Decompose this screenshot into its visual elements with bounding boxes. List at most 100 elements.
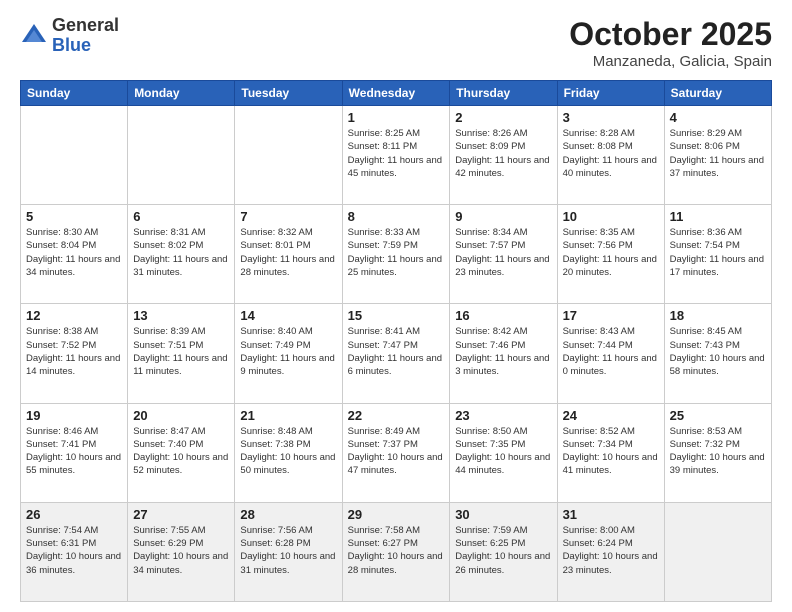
week-row-3: 19Sunrise: 8:46 AM Sunset: 7:41 PM Dayli… (21, 403, 772, 502)
day-number: 23 (455, 408, 551, 423)
day-number: 9 (455, 209, 551, 224)
day-cell: 27 Sunrise: 7:55 AM Sunset: 6:29 PM Dayli… (128, 502, 235, 601)
day-info: Sunrise: 8:42 AM Sunset: 7:46 PM Dayligh… (455, 325, 551, 378)
calendar: SundayMondayTuesdayWednesdayThursdayFrid… (20, 80, 772, 602)
day-cell: 25 Sunrise: 8:53 AM Sunset: 7:32 PM Dayli… (664, 403, 771, 502)
weekday-tuesday: Tuesday (235, 81, 342, 106)
day-cell: 14Sunrise: 8:40 AM Sunset: 7:49 PM Dayli… (235, 304, 342, 403)
day-info: Sunrise: 8:28 AM Sunset: 8:08 PM Dayligh… (563, 127, 659, 180)
day-info: Sunrise: 8:53 AM Sunset: 7:32 PM Dayligh… (670, 425, 766, 478)
logo-icon (20, 22, 48, 50)
day-number: 15 (348, 308, 445, 323)
day-info: Sunrise: 8:45 AM Sunset: 7:43 PM Dayligh… (670, 325, 766, 378)
day-info: Sunrise: 8:31 AM Sunset: 8:02 PM Dayligh… (133, 226, 229, 279)
month-title: October 2025 (569, 16, 772, 53)
day-number: 6 (133, 209, 229, 224)
day-cell: 22 Sunrise: 8:49 AM Sunset: 7:37 PM Dayli… (342, 403, 450, 502)
weekday-header: SundayMondayTuesdayWednesdayThursdayFrid… (21, 81, 772, 106)
day-cell: 13Sunrise: 8:39 AM Sunset: 7:51 PM Dayli… (128, 304, 235, 403)
day-cell (128, 106, 235, 205)
weekday-thursday: Thursday (450, 81, 557, 106)
day-info: Sunrise: 8:26 AM Sunset: 8:09 PM Dayligh… (455, 127, 551, 180)
day-number: 10 (563, 209, 659, 224)
day-info: Sunrise: 8:34 AM Sunset: 7:57 PM Dayligh… (455, 226, 551, 279)
day-number: 1 (348, 110, 445, 125)
day-number: 16 (455, 308, 551, 323)
day-cell: 15 Sunrise: 8:41 AM Sunset: 7:47 PM Dayli… (342, 304, 450, 403)
day-cell: 1 Sunrise: 8:25 AM Sunset: 8:11 PM Daylig… (342, 106, 450, 205)
day-info: Sunrise: 8:33 AM Sunset: 7:59 PM Dayligh… (348, 226, 445, 279)
week-row-2: 12 Sunrise: 8:38 AM Sunset: 7:52 PM Dayli… (21, 304, 772, 403)
header: General Blue October 2025 Manzaneda, Gal… (20, 16, 772, 70)
day-info: Sunrise: 7:59 AM Sunset: 6:25 PM Dayligh… (455, 524, 551, 577)
weekday-monday: Monday (128, 81, 235, 106)
day-number: 13 (133, 308, 229, 323)
day-number: 24 (563, 408, 659, 423)
day-info: Sunrise: 8:49 AM Sunset: 7:37 PM Dayligh… (348, 425, 445, 478)
weekday-friday: Friday (557, 81, 664, 106)
day-number: 28 (240, 507, 336, 522)
logo-general: General (52, 16, 119, 36)
day-number: 3 (563, 110, 659, 125)
day-number: 7 (240, 209, 336, 224)
day-cell: 20Sunrise: 8:47 AM Sunset: 7:40 PM Dayli… (128, 403, 235, 502)
week-row-1: 5 Sunrise: 8:30 AM Sunset: 8:04 PM Daylig… (21, 205, 772, 304)
day-cell: 10 Sunrise: 8:35 AM Sunset: 7:56 PM Dayli… (557, 205, 664, 304)
day-cell: 16 Sunrise: 8:42 AM Sunset: 7:46 PM Dayli… (450, 304, 557, 403)
day-info: Sunrise: 8:48 AM Sunset: 7:38 PM Dayligh… (240, 425, 336, 478)
day-info: Sunrise: 8:30 AM Sunset: 8:04 PM Dayligh… (26, 226, 122, 279)
day-cell: 8Sunrise: 8:33 AM Sunset: 7:59 PM Daylig… (342, 205, 450, 304)
title-block: October 2025 Manzaneda, Galicia, Spain (569, 16, 772, 70)
day-info: Sunrise: 8:36 AM Sunset: 7:54 PM Dayligh… (670, 226, 766, 279)
day-cell: 3 Sunrise: 8:28 AM Sunset: 8:08 PM Daylig… (557, 106, 664, 205)
day-cell: 31Sunrise: 8:00 AM Sunset: 6:24 PM Dayli… (557, 502, 664, 601)
day-cell: 12 Sunrise: 8:38 AM Sunset: 7:52 PM Dayli… (21, 304, 128, 403)
day-number: 26 (26, 507, 122, 522)
day-cell: 30Sunrise: 7:59 AM Sunset: 6:25 PM Dayli… (450, 502, 557, 601)
day-cell: 11 Sunrise: 8:36 AM Sunset: 7:54 PM Dayli… (664, 205, 771, 304)
day-cell: 2 Sunrise: 8:26 AM Sunset: 8:09 PM Daylig… (450, 106, 557, 205)
logo-text: General Blue (52, 16, 119, 56)
day-info: Sunrise: 8:38 AM Sunset: 7:52 PM Dayligh… (26, 325, 122, 378)
day-info: Sunrise: 7:55 AM Sunset: 6:29 PM Dayligh… (133, 524, 229, 577)
day-number: 20 (133, 408, 229, 423)
day-number: 11 (670, 209, 766, 224)
day-number: 29 (348, 507, 445, 522)
day-cell: 26Sunrise: 7:54 AM Sunset: 6:31 PM Dayli… (21, 502, 128, 601)
page: General Blue October 2025 Manzaneda, Gal… (0, 0, 792, 612)
day-number: 27 (133, 507, 229, 522)
week-row-4: 26Sunrise: 7:54 AM Sunset: 6:31 PM Dayli… (21, 502, 772, 601)
day-cell: 28 Sunrise: 7:56 AM Sunset: 6:28 PM Dayli… (235, 502, 342, 601)
day-info: Sunrise: 8:25 AM Sunset: 8:11 PM Dayligh… (348, 127, 445, 180)
day-cell: 18 Sunrise: 8:45 AM Sunset: 7:43 PM Dayli… (664, 304, 771, 403)
day-info: Sunrise: 8:41 AM Sunset: 7:47 PM Dayligh… (348, 325, 445, 378)
weekday-sunday: Sunday (21, 81, 128, 106)
day-cell: 29 Sunrise: 7:58 AM Sunset: 6:27 PM Dayli… (342, 502, 450, 601)
day-cell: 4Sunrise: 8:29 AM Sunset: 8:06 PM Daylig… (664, 106, 771, 205)
day-cell: 17 Sunrise: 8:43 AM Sunset: 7:44 PM Dayli… (557, 304, 664, 403)
day-number: 12 (26, 308, 122, 323)
logo: General Blue (20, 16, 119, 56)
day-cell (235, 106, 342, 205)
calendar-body: 1 Sunrise: 8:25 AM Sunset: 8:11 PM Daylig… (21, 106, 772, 602)
day-info: Sunrise: 8:40 AM Sunset: 7:49 PM Dayligh… (240, 325, 336, 378)
day-number: 18 (670, 308, 766, 323)
day-number: 21 (240, 408, 336, 423)
day-number: 2 (455, 110, 551, 125)
day-cell: 7Sunrise: 8:32 AM Sunset: 8:01 PM Daylig… (235, 205, 342, 304)
day-number: 19 (26, 408, 122, 423)
day-cell: 9 Sunrise: 8:34 AM Sunset: 7:57 PM Daylig… (450, 205, 557, 304)
day-cell: 21 Sunrise: 8:48 AM Sunset: 7:38 PM Dayli… (235, 403, 342, 502)
day-info: Sunrise: 8:35 AM Sunset: 7:56 PM Dayligh… (563, 226, 659, 279)
day-number: 22 (348, 408, 445, 423)
day-number: 4 (670, 110, 766, 125)
day-number: 5 (26, 209, 122, 224)
day-info: Sunrise: 7:56 AM Sunset: 6:28 PM Dayligh… (240, 524, 336, 577)
day-info: Sunrise: 7:58 AM Sunset: 6:27 PM Dayligh… (348, 524, 445, 577)
day-cell: 24Sunrise: 8:52 AM Sunset: 7:34 PM Dayli… (557, 403, 664, 502)
location: Manzaneda, Galicia, Spain (569, 53, 772, 70)
day-info: Sunrise: 8:43 AM Sunset: 7:44 PM Dayligh… (563, 325, 659, 378)
day-number: 25 (670, 408, 766, 423)
day-number: 31 (563, 507, 659, 522)
day-number: 17 (563, 308, 659, 323)
